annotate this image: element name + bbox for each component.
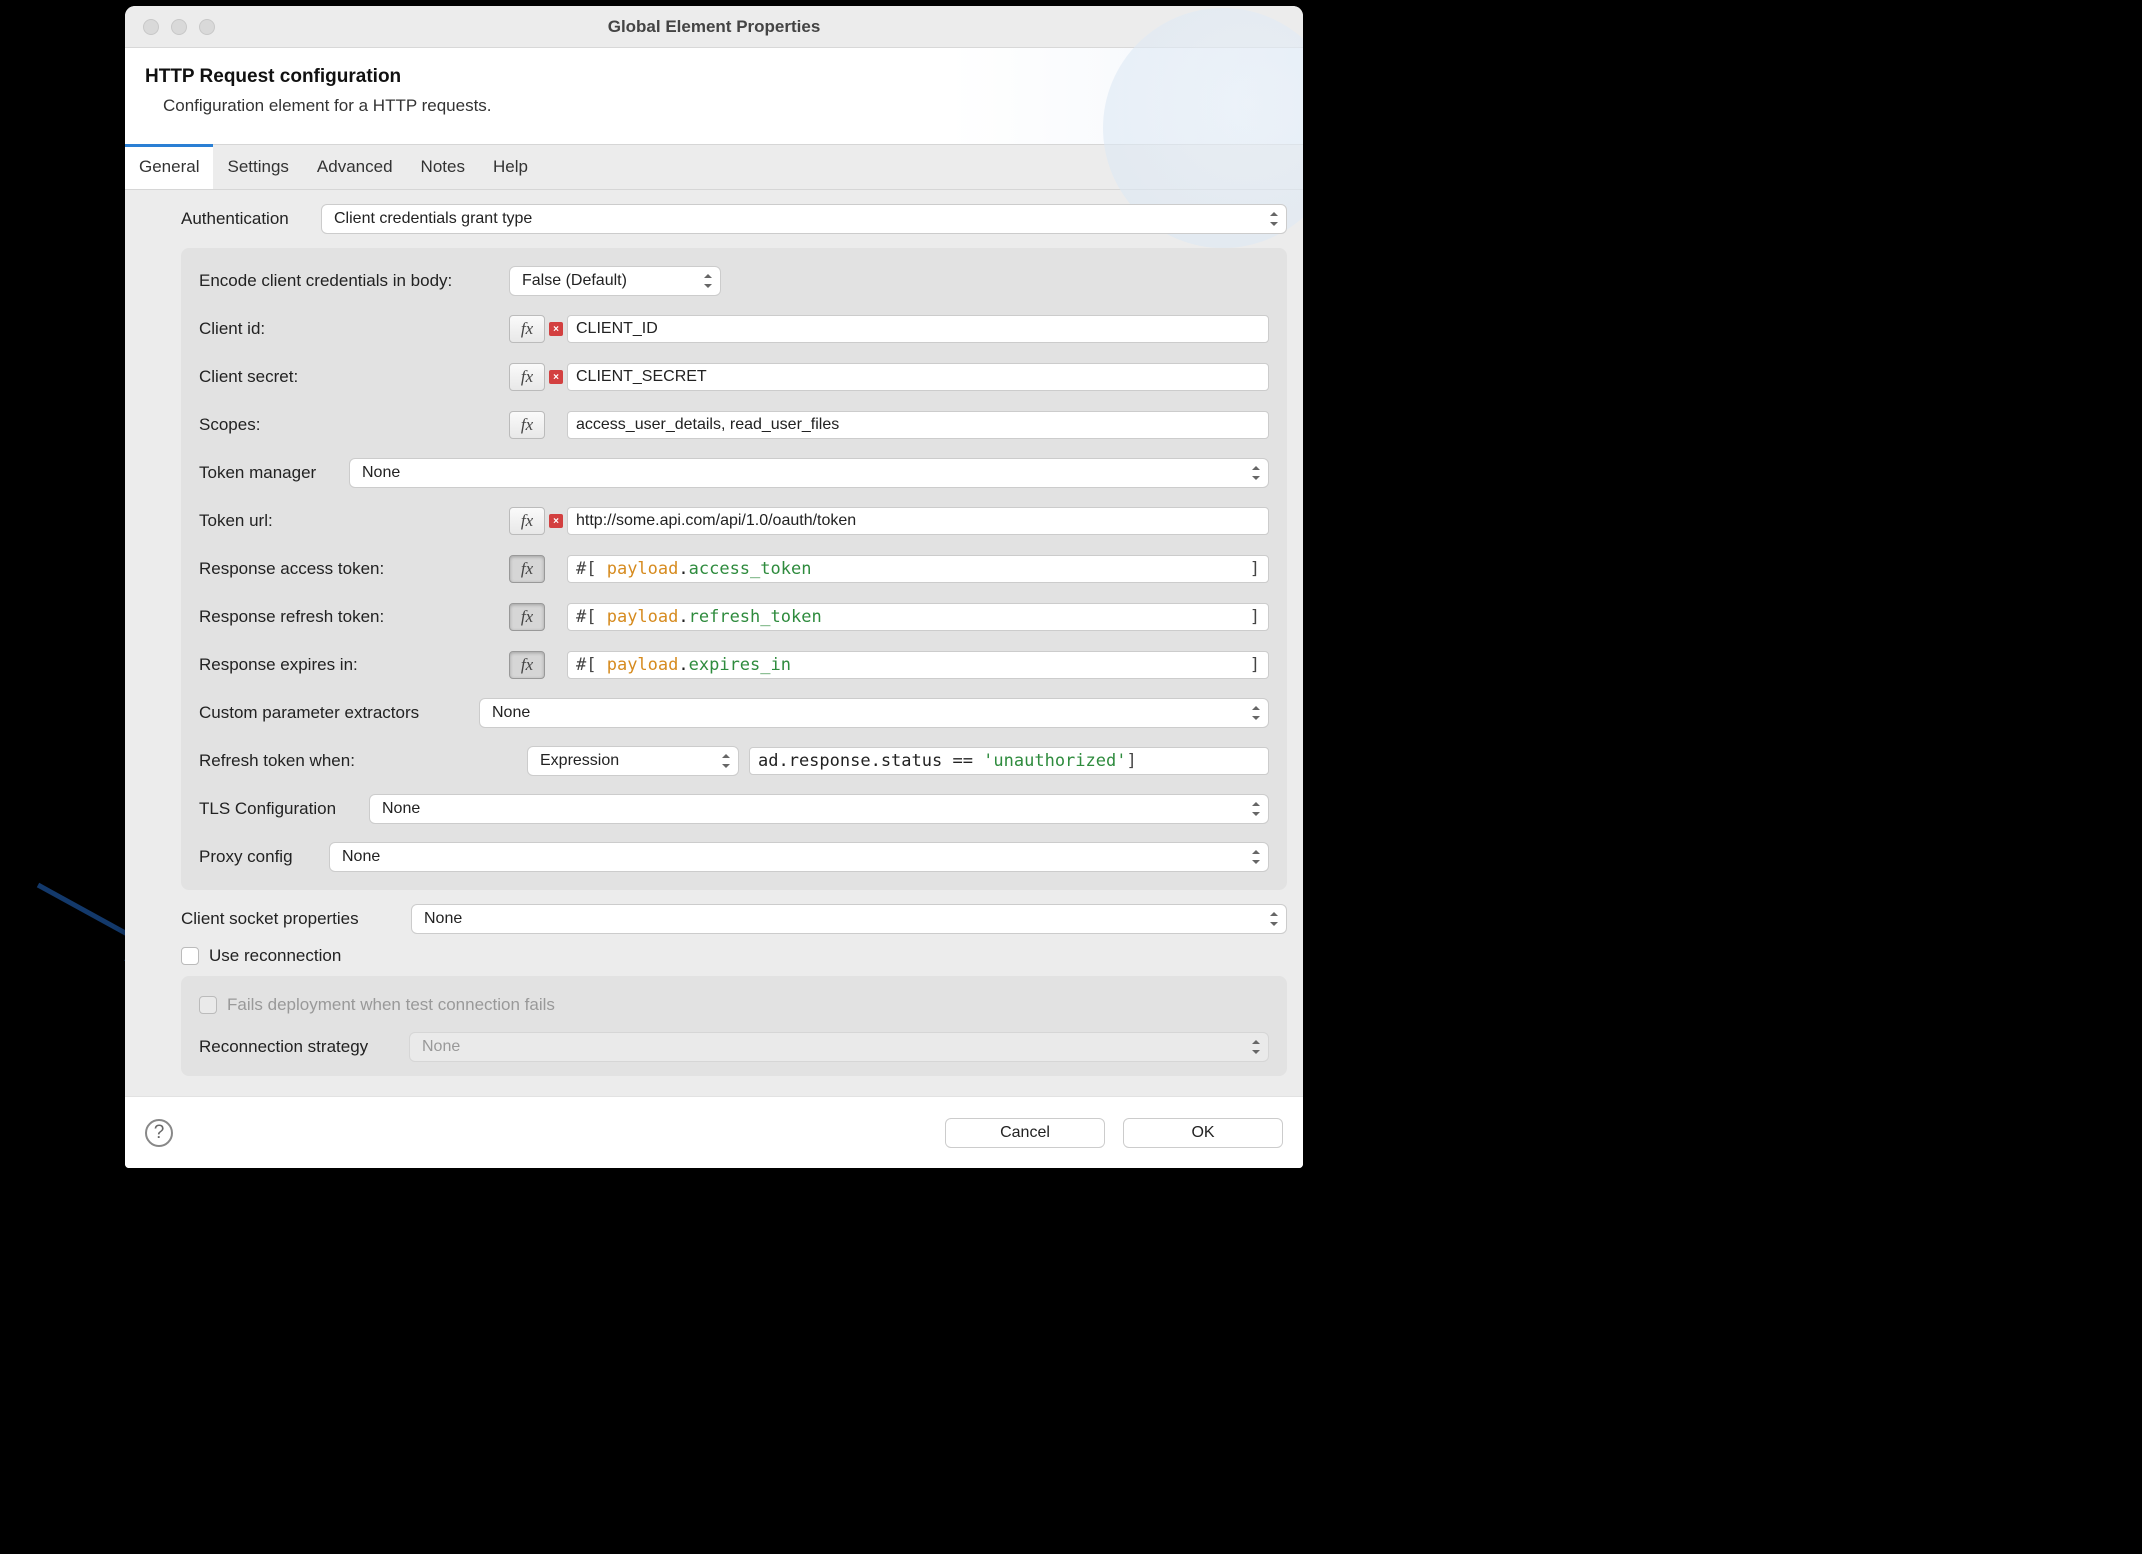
response-expires-in-input[interactable]: #[ payload.expires_in]: [567, 651, 1269, 679]
tab-advanced[interactable]: Advanced: [303, 145, 407, 189]
token-url-input[interactable]: [567, 507, 1269, 535]
custom-extractors-label: Custom parameter extractors: [199, 703, 479, 723]
scopes-input[interactable]: [567, 411, 1269, 439]
response-access-token-label: Response access token:: [199, 559, 509, 579]
required-marker-icon: ×: [549, 514, 563, 528]
window-title: Global Element Properties: [125, 17, 1303, 37]
fx-button[interactable]: fx: [509, 651, 545, 679]
chevron-updown-icon: [1250, 1039, 1262, 1055]
fx-button[interactable]: fx: [509, 507, 545, 535]
chevron-updown-icon: [1250, 705, 1262, 721]
refresh-token-when-expression-input[interactable]: ad.response.status == 'unauthorized']: [749, 747, 1269, 775]
fails-deployment-checkbox: [199, 996, 217, 1014]
client-socket-properties-select[interactable]: None: [411, 904, 1287, 934]
page-title: HTTP Request configuration: [145, 66, 1283, 88]
reconnection-panel: Fails deployment when test connection fa…: [181, 976, 1287, 1076]
use-reconnection-label: Use reconnection: [209, 946, 341, 966]
use-reconnection-checkbox[interactable]: [181, 947, 199, 965]
fails-deployment-label: Fails deployment when test connection fa…: [227, 995, 555, 1015]
response-refresh-token-label: Response refresh token:: [199, 607, 509, 627]
client-secret-label: Client secret:: [199, 367, 509, 387]
tab-help[interactable]: Help: [479, 145, 542, 189]
client-id-label: Client id:: [199, 319, 509, 339]
required-marker-icon: ×: [549, 322, 563, 336]
fx-button[interactable]: fx: [509, 363, 545, 391]
response-access-token-input[interactable]: #[ payload.access_token]: [567, 555, 1269, 583]
client-socket-properties-label: Client socket properties: [181, 909, 411, 929]
titlebar: Global Element Properties: [125, 6, 1303, 48]
chevron-updown-icon: [1250, 801, 1262, 817]
custom-extractors-select[interactable]: None: [479, 698, 1269, 728]
minimize-window-icon[interactable]: [171, 19, 187, 35]
response-expires-in-label: Response expires in:: [199, 655, 509, 675]
auth-panel: Encode client credentials in body: False…: [181, 248, 1287, 890]
tls-configuration-label: TLS Configuration: [199, 799, 369, 819]
authentication-select[interactable]: Client credentials grant type: [321, 204, 1287, 234]
dialog-window: Global Element Properties HTTP Request c…: [125, 6, 1303, 1168]
chevron-updown-icon: [702, 273, 714, 289]
tls-configuration-select[interactable]: None: [369, 794, 1269, 824]
reconnection-strategy-label: Reconnection strategy: [199, 1037, 409, 1057]
proxy-config-select[interactable]: None: [329, 842, 1269, 872]
refresh-token-when-label: Refresh token when:: [199, 751, 509, 771]
token-manager-select[interactable]: None: [349, 458, 1269, 488]
fx-button[interactable]: fx: [509, 603, 545, 631]
scopes-label: Scopes:: [199, 415, 509, 435]
fx-button[interactable]: fx: [509, 555, 545, 583]
client-secret-input[interactable]: [567, 363, 1269, 391]
chevron-updown-icon: [1268, 911, 1280, 927]
tab-notes[interactable]: Notes: [407, 145, 479, 189]
refresh-token-when-mode-select[interactable]: Expression: [527, 746, 739, 776]
cancel-button[interactable]: Cancel: [945, 1118, 1105, 1148]
response-refresh-token-input[interactable]: #[ payload.refresh_token]: [567, 603, 1269, 631]
content-area: Authentication Client credentials grant …: [125, 190, 1303, 1096]
client-id-input[interactable]: [567, 315, 1269, 343]
token-manager-label: Token manager: [199, 463, 349, 483]
fx-button[interactable]: fx: [509, 315, 545, 343]
chevron-updown-icon: [1268, 211, 1280, 227]
chevron-updown-icon: [1250, 465, 1262, 481]
tab-general[interactable]: General: [125, 144, 213, 189]
ok-button[interactable]: OK: [1123, 1118, 1283, 1148]
reconnection-strategy-select: None: [409, 1032, 1269, 1062]
authentication-value: Client credentials grant type: [334, 210, 532, 228]
fx-button[interactable]: fx: [509, 411, 545, 439]
encode-label: Encode client credentials in body:: [199, 271, 509, 291]
page-subtitle: Configuration element for a HTTP request…: [145, 96, 1283, 116]
close-window-icon[interactable]: [143, 19, 159, 35]
chevron-updown-icon: [1250, 849, 1262, 865]
footer: ? Cancel OK: [125, 1096, 1303, 1168]
authentication-label: Authentication: [181, 209, 321, 229]
zoom-window-icon[interactable]: [199, 19, 215, 35]
chevron-updown-icon: [720, 753, 732, 769]
encode-select[interactable]: False (Default): [509, 266, 721, 296]
tab-settings[interactable]: Settings: [213, 145, 302, 189]
token-url-label: Token url:: [199, 511, 509, 531]
proxy-config-label: Proxy config: [199, 847, 329, 867]
header: HTTP Request configuration Configuration…: [125, 48, 1303, 144]
help-icon[interactable]: ?: [145, 1119, 173, 1147]
required-marker-icon: ×: [549, 370, 563, 384]
